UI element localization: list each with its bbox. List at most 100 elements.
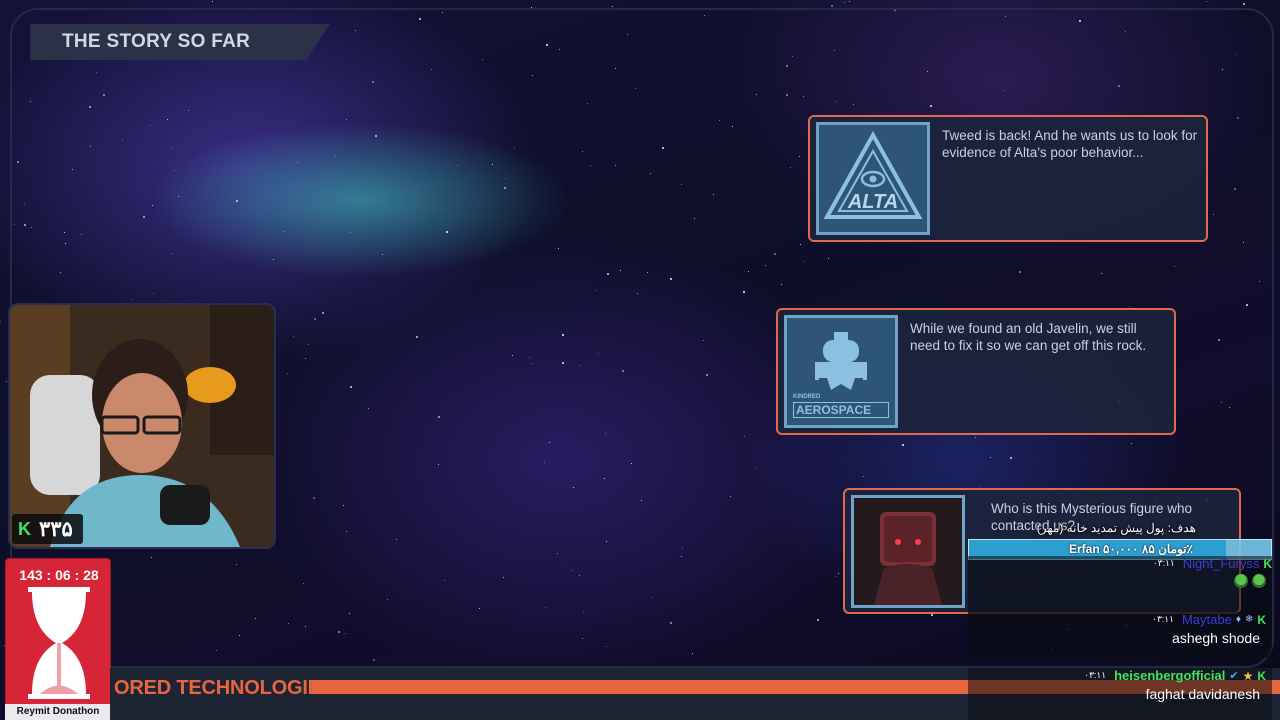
chat-username[interactable]: heisenbergofficial (1114, 668, 1225, 683)
star (590, 165, 591, 166)
star (346, 531, 347, 532)
star (174, 170, 175, 171)
star (844, 2, 845, 3)
star (1246, 304, 1248, 306)
star (216, 650, 217, 651)
star (368, 408, 369, 409)
star (293, 336, 294, 337)
star (744, 436, 745, 437)
snowflake-badge-icon: ❄ (1244, 614, 1254, 625)
star (627, 34, 628, 35)
star (595, 290, 596, 291)
star (573, 487, 574, 488)
star (606, 646, 607, 647)
star (1206, 1, 1207, 2)
star (343, 505, 344, 506)
star (692, 653, 693, 654)
star (980, 486, 981, 487)
chat-message: ۰۳:۱۱ Night_Furyss K (968, 556, 1272, 616)
star (713, 194, 714, 195)
star (587, 103, 588, 104)
star (831, 5, 833, 7)
star (562, 334, 564, 336)
star (419, 18, 421, 20)
star (670, 622, 672, 624)
star (1174, 266, 1175, 267)
donation-goal-info: Erfan ۵۰,۰۰۰ تومان ۸۵٪ (1068, 542, 1193, 556)
star (730, 496, 731, 497)
story-title: THE STORY SO FAR (62, 31, 251, 52)
verified-badge-icon: ✔ (1229, 670, 1239, 682)
star (103, 94, 105, 96)
star (372, 81, 374, 83)
star (620, 270, 621, 271)
star (17, 161, 19, 163)
star (582, 151, 583, 152)
chat-message: ۰۳:۱۱ heisenbergofficial ✔ ★ K faghat da… (968, 668, 1272, 720)
star (90, 146, 91, 147)
star (1218, 339, 1220, 341)
star (799, 156, 800, 157)
star (800, 244, 801, 245)
star (598, 353, 599, 354)
star (681, 184, 682, 185)
star (503, 577, 504, 578)
star (0, 321, 1, 322)
star (172, 253, 173, 254)
star (188, 110, 189, 111)
star (863, 476, 864, 477)
alta-logo-icon (819, 125, 927, 232)
star (990, 457, 991, 458)
star (504, 187, 506, 189)
star (444, 580, 445, 581)
star (236, 200, 238, 202)
aerospace-text: AEROSPACE (793, 402, 889, 418)
chat-username[interactable]: Night_Furyss (1183, 556, 1260, 571)
star (152, 205, 153, 206)
star (143, 216, 145, 218)
star (631, 463, 632, 464)
star (482, 59, 483, 60)
hourglass-icon (28, 587, 90, 699)
mystery-figure-icon (854, 498, 962, 605)
chat-emotes (968, 574, 1272, 591)
star (239, 635, 240, 636)
star (96, 72, 97, 73)
star (1259, 281, 1260, 282)
star (803, 96, 804, 97)
star (338, 631, 340, 633)
star (457, 165, 458, 166)
star (670, 278, 672, 280)
star (505, 178, 506, 179)
star (622, 370, 624, 372)
star (350, 386, 352, 388)
star (927, 71, 928, 72)
star (122, 140, 123, 141)
star (512, 355, 513, 356)
star (703, 340, 704, 341)
star (549, 442, 550, 443)
star (756, 467, 757, 468)
star (1079, 20, 1081, 22)
star (1004, 90, 1005, 91)
star (387, 599, 388, 600)
star (1234, 188, 1236, 190)
star (748, 271, 749, 272)
star (641, 500, 642, 501)
star (303, 583, 304, 584)
star (350, 232, 351, 233)
kick-logo-icon: K (18, 518, 31, 539)
star (849, 1, 850, 2)
chat-username[interactable]: Maytabe (1182, 612, 1232, 627)
chat-text: faghat davidanesh (1145, 686, 1260, 702)
star (562, 362, 564, 364)
alta-logo-text: ALTA (847, 191, 899, 213)
star (382, 254, 383, 255)
star (836, 101, 837, 102)
star (492, 164, 493, 165)
star (532, 363, 533, 364)
star (14, 224, 15, 225)
star (545, 607, 546, 608)
star (650, 173, 651, 174)
diamond-badge-icon: ♦ (1235, 614, 1241, 625)
